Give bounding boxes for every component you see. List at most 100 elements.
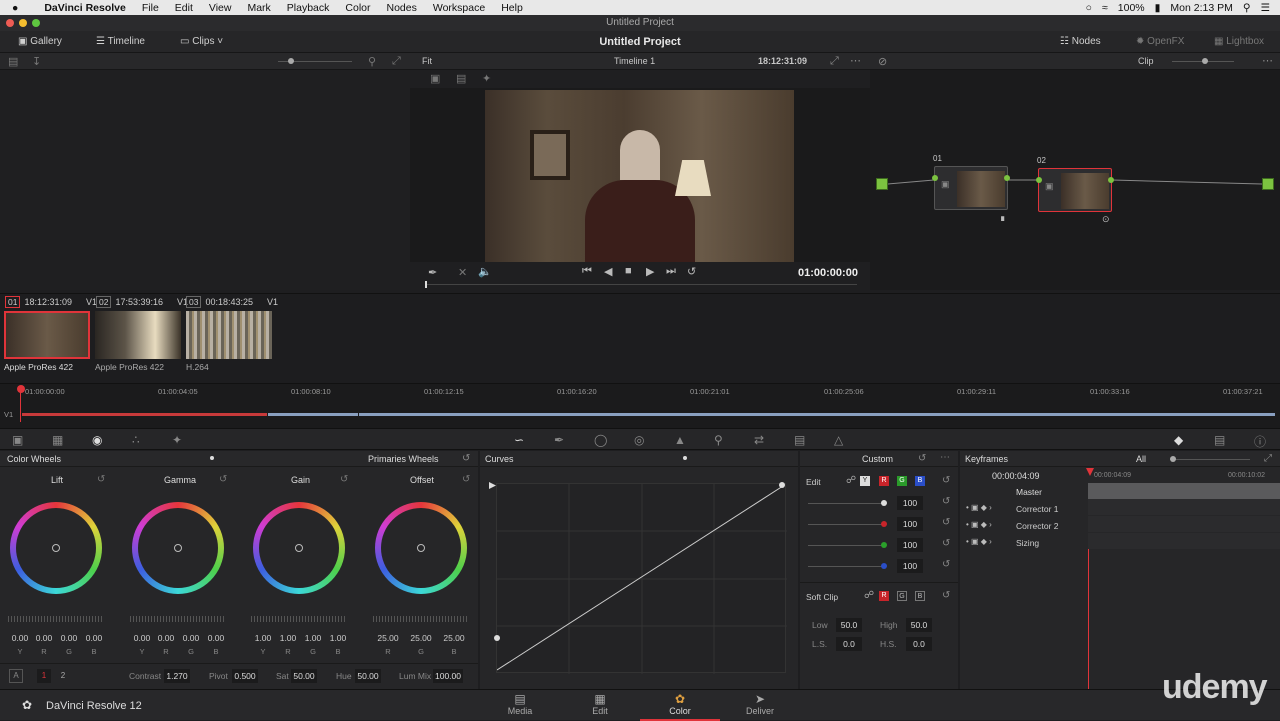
close-icon[interactable] xyxy=(6,19,14,27)
b-slider-handle[interactable] xyxy=(881,563,887,569)
window-icon[interactable]: ◯ xyxy=(594,433,607,447)
timeline-selector[interactable]: Timeline 1 xyxy=(614,56,655,66)
node-02[interactable]: ▣ xyxy=(1036,168,1114,212)
curve-start-marker[interactable] xyxy=(489,482,496,489)
row-dot-icon[interactable]: • ▣ ◆ › xyxy=(966,520,992,529)
loop-icon[interactable]: ↺ xyxy=(687,265,696,278)
hue-field[interactable]: 50.00 xyxy=(355,669,381,683)
keyframe-playhead[interactable] xyxy=(1086,468,1094,476)
reset-icon[interactable]: ↺ xyxy=(942,496,950,507)
curve-graph[interactable] xyxy=(496,483,787,674)
track-clip[interactable] xyxy=(359,413,1275,416)
lightbox-button[interactable]: ▦ Lightbox xyxy=(1214,31,1264,53)
g-intensity-slider[interactable] xyxy=(808,545,884,546)
grid-icon[interactable]: ▤ xyxy=(8,55,18,68)
gamma-r-value[interactable]: 0.00 xyxy=(155,633,177,643)
nodes-button[interactable]: ☷ Nodes xyxy=(1060,31,1101,53)
node-zoom-slider[interactable] xyxy=(1172,58,1234,64)
color-page-button[interactable]: ✿ Color xyxy=(640,692,720,721)
page-1-button[interactable]: 1 xyxy=(37,669,51,683)
stop-icon[interactable]: ■ xyxy=(625,265,632,277)
more-icon[interactable]: ⋯ xyxy=(850,54,861,67)
menu-nodes[interactable]: Nodes xyxy=(387,2,417,14)
offset-g-value[interactable]: 25.00 xyxy=(410,633,432,643)
grain-icon[interactable]: △ xyxy=(834,433,843,447)
r-intensity-slider[interactable] xyxy=(808,524,884,525)
page-dot[interactable] xyxy=(210,456,214,460)
track-clip[interactable] xyxy=(22,413,267,416)
curves-icon[interactable]: ∽ xyxy=(514,433,524,447)
low-field[interactable]: 50.0 xyxy=(836,618,862,632)
node-output-dot[interactable] xyxy=(1004,175,1010,181)
menu-playback[interactable]: Playback xyxy=(287,2,330,14)
lift-wheel-handle[interactable] xyxy=(52,544,60,552)
deliver-page-button[interactable]: ➤ Deliver xyxy=(720,692,800,716)
keyframe-row-corrector-2[interactable]: Corrector 2 xyxy=(1016,521,1059,531)
qualifier-icon[interactable]: ✒ xyxy=(554,433,564,447)
fit-dropdown[interactable]: Fit xyxy=(422,56,432,66)
scrubber[interactable] xyxy=(425,281,857,288)
b-intensity-slider[interactable] xyxy=(808,566,884,567)
gamma-y-value[interactable]: 0.00 xyxy=(131,633,153,643)
sat-field[interactable]: 50.00 xyxy=(291,669,317,683)
clip-thumbnail[interactable] xyxy=(95,311,181,359)
zoom-slider[interactable] xyxy=(278,58,352,64)
play-icon[interactable]: ▶ xyxy=(646,265,654,278)
rgb-mixer-icon[interactable]: ∴ xyxy=(132,433,140,447)
image-wipe-icon[interactable]: ▣ xyxy=(430,72,440,85)
node-input-dot[interactable] xyxy=(1036,177,1042,183)
lift-b-value[interactable]: 0.00 xyxy=(83,633,105,643)
speaker-icon[interactable]: 🔈 xyxy=(478,265,492,278)
skip-back-icon[interactable]: ⏮ xyxy=(582,265,592,278)
gamma-b-value[interactable]: 0.00 xyxy=(205,633,227,643)
mode-a-button[interactable]: A xyxy=(9,669,23,683)
input-node[interactable] xyxy=(876,178,888,190)
pivot-field[interactable]: 0.500 xyxy=(232,669,258,683)
zoom-slider-handle[interactable] xyxy=(288,58,294,64)
bypass-icon[interactable]: ⊘ xyxy=(878,55,887,68)
row-dot-icon[interactable]: • ▣ ◆ › xyxy=(966,537,992,546)
reset-icon[interactable]: ↺ xyxy=(462,474,470,485)
expand-icon[interactable]: ⤢ xyxy=(392,55,401,68)
menu-help[interactable]: Help xyxy=(501,2,523,14)
lift-master-slider[interactable] xyxy=(8,616,104,622)
color-wheels-icon[interactable]: ◉ xyxy=(92,433,102,447)
b-channel-button[interactable]: B xyxy=(915,476,925,486)
reset-icon[interactable]: ↺ xyxy=(942,475,950,486)
hs-field[interactable]: 0.0 xyxy=(906,637,932,651)
camera-raw-icon[interactable]: ▣ xyxy=(12,433,23,447)
minimize-icon[interactable] xyxy=(19,19,27,27)
search-icon[interactable]: ⚲ xyxy=(1243,2,1251,14)
menu-edit[interactable]: Edit xyxy=(175,2,193,14)
reset-icon[interactable]: ↺ xyxy=(97,474,105,485)
output-node[interactable] xyxy=(1262,178,1274,190)
clip-thumbnail[interactable] xyxy=(186,311,272,359)
page-dot[interactable] xyxy=(683,456,687,460)
stereo-icon[interactable]: ▤ xyxy=(794,433,805,447)
node-output-dot[interactable] xyxy=(1108,177,1114,183)
download-icon[interactable]: ↧ xyxy=(32,55,41,68)
reset-icon[interactable]: ↺ xyxy=(462,453,470,464)
menu-workspace[interactable]: Workspace xyxy=(433,2,485,14)
reset-icon[interactable]: ↺ xyxy=(219,474,227,485)
reset-icon[interactable]: ↺ xyxy=(340,474,348,485)
keyframe-icon[interactable]: ◆ xyxy=(1174,433,1183,447)
link-icon[interactable]: ☍ xyxy=(846,475,856,486)
app-menu[interactable]: DaVinci Resolve xyxy=(44,2,126,14)
split-screen-icon[interactable]: ▤ xyxy=(456,72,466,85)
page-2-button[interactable]: 2 xyxy=(56,669,70,683)
clock[interactable]: Mon 2:13 PM xyxy=(1170,2,1232,14)
offset-r-value[interactable]: 25.00 xyxy=(377,633,399,643)
link-icon[interactable]: ☍ xyxy=(864,590,874,601)
high-field[interactable]: 50.0 xyxy=(906,618,932,632)
row-dot-icon[interactable]: • ▣ ◆ › xyxy=(966,503,992,512)
keyframe-filter-dropdown[interactable]: All xyxy=(1136,454,1146,464)
node-zoom-handle[interactable] xyxy=(1202,58,1208,64)
y-intensity-field[interactable]: 100 xyxy=(897,496,923,510)
keyframe-row-sizing[interactable]: Sizing xyxy=(1016,538,1039,548)
more-icon[interactable]: ⋯ xyxy=(1262,54,1273,67)
color-match-icon[interactable]: ▦ xyxy=(52,433,63,447)
apple-icon[interactable]: ● xyxy=(12,2,18,14)
g-channel-button[interactable]: G xyxy=(897,476,907,486)
master-track[interactable] xyxy=(1088,483,1280,499)
